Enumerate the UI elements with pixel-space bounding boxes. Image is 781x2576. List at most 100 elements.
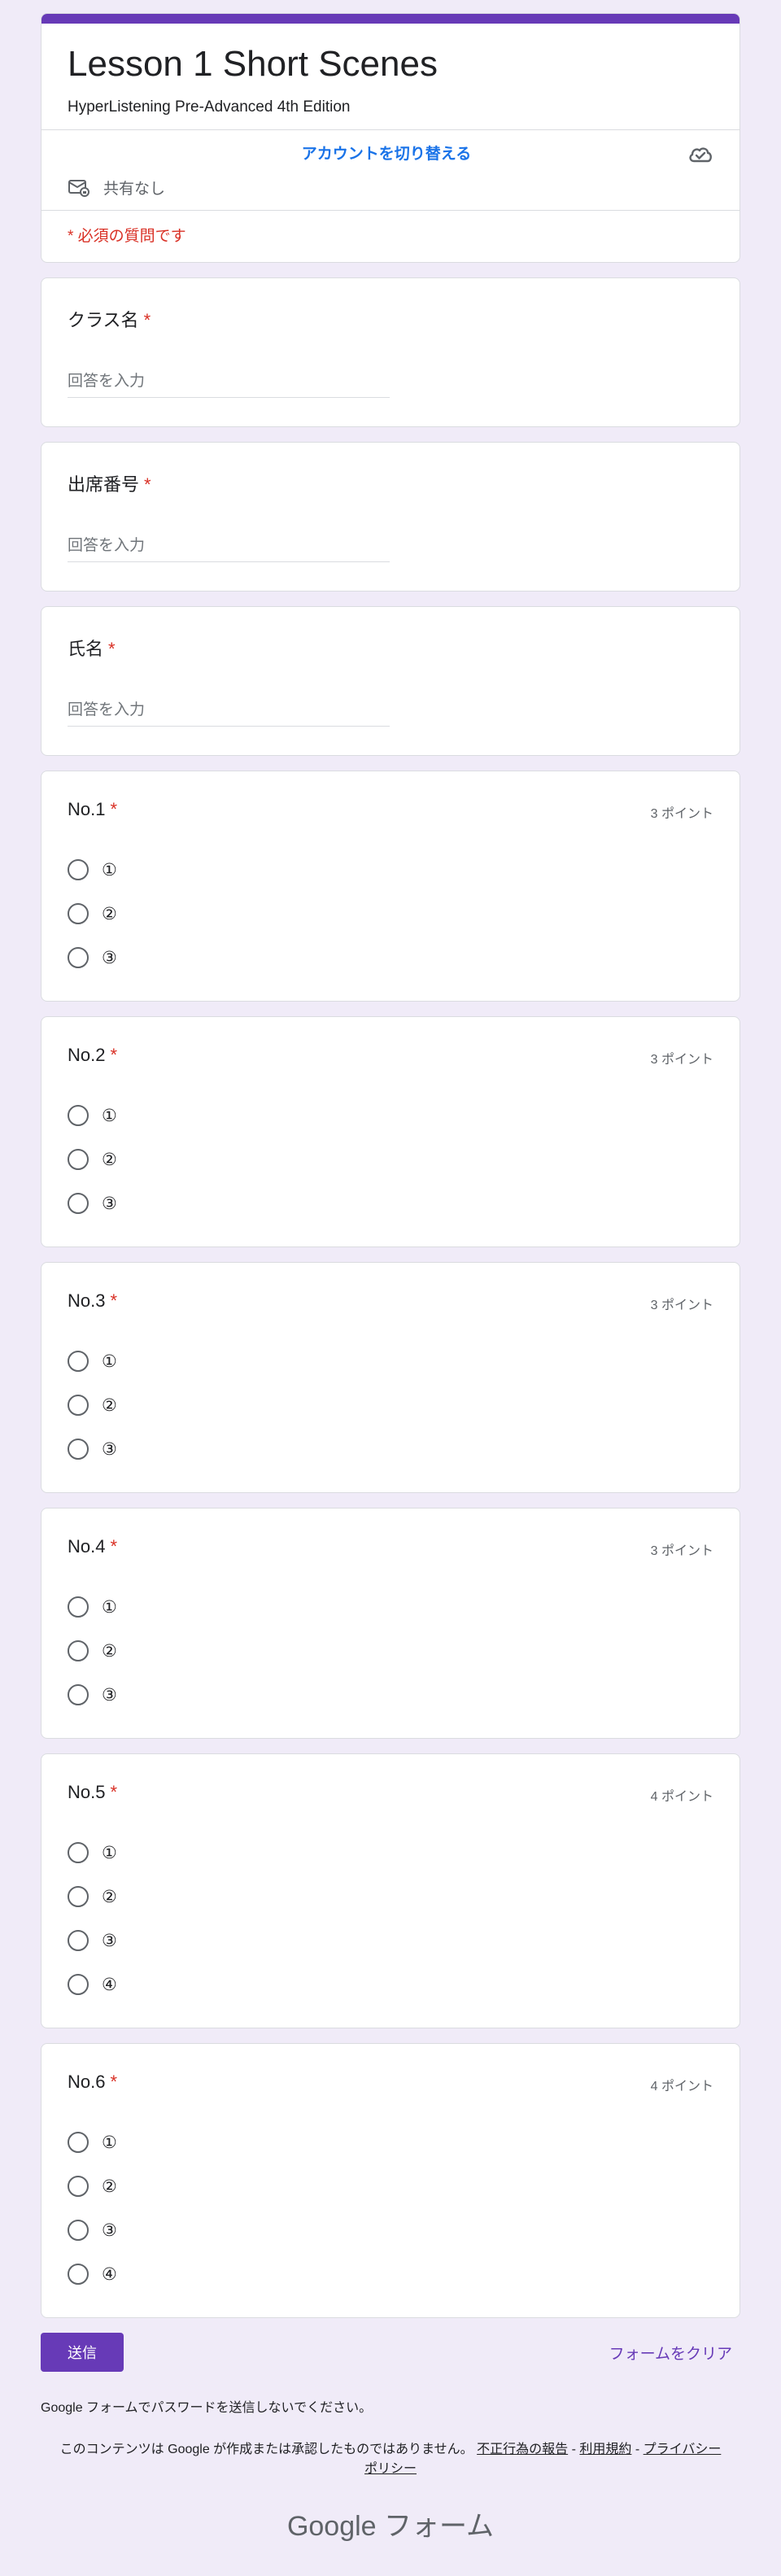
radio-button[interactable] <box>68 1842 89 1863</box>
question-label: 出席番号 <box>68 474 140 495</box>
points-label: 3 ポイント <box>650 1544 713 1558</box>
radio-button[interactable] <box>68 1684 89 1705</box>
radio-option[interactable]: ② <box>68 1629 713 1673</box>
question-label: No.1 <box>68 799 106 819</box>
class-name-input[interactable] <box>68 368 390 398</box>
required-star: * <box>108 639 116 659</box>
form-header-card: Lesson 1 Short Scenes HyperListening Pre… <box>41 13 740 263</box>
radio-option[interactable]: ③ <box>68 1919 713 1963</box>
google-forms-logo[interactable]: Google フォーム <box>41 2504 740 2543</box>
radio-button[interactable] <box>68 1640 89 1661</box>
radio-option[interactable]: ③ <box>68 936 713 980</box>
question-no2: No.2 * 3 ポイント ① ② ③ <box>41 1016 740 1247</box>
submit-button[interactable]: 送信 <box>41 2333 124 2372</box>
account-row: アカウントを切り替える 共有なし <box>41 129 740 210</box>
option-label: ② <box>102 1150 117 1169</box>
question-no1: No.1 * 3 ポイント ① ② ③ <box>41 771 740 1002</box>
brand-google: Google <box>286 2511 377 2542</box>
disclaimer-text: このコンテンツは Google が作成または承認したものではありません。 <box>59 2443 473 2456</box>
radio-option[interactable]: ③ <box>68 1427 713 1471</box>
radio-button[interactable] <box>68 859 89 880</box>
question-title: 出席番号 * <box>68 470 713 496</box>
points-label: 3 ポイント <box>650 1299 713 1312</box>
radio-button[interactable] <box>68 1149 89 1170</box>
radio-option[interactable]: ① <box>68 1339 713 1383</box>
brand-forms: フォーム <box>384 2511 495 2542</box>
question-title: No.6 * <box>68 2072 713 2093</box>
question-label: クラス名 <box>68 310 139 330</box>
form-actions: 送信 フォームをクリア <box>41 2333 740 2372</box>
radio-option[interactable]: ④ <box>68 1963 713 2006</box>
question-class-name: クラス名 * <box>41 277 740 427</box>
question-title: No.2 * <box>68 1045 713 1066</box>
radio-button[interactable] <box>68 947 89 968</box>
radio-button[interactable] <box>68 1351 89 1372</box>
full-name-input[interactable] <box>68 696 390 727</box>
radio-button[interactable] <box>68 1395 89 1416</box>
accent-bar <box>41 14 740 24</box>
separator: - <box>635 2443 640 2456</box>
radio-option[interactable]: ③ <box>68 1673 713 1717</box>
report-abuse-link[interactable]: 不正行為の報告 <box>477 2443 568 2456</box>
sharing-status-label: 共有なし <box>103 181 166 198</box>
radio-option[interactable]: ② <box>68 892 713 936</box>
radio-button[interactable] <box>68 1439 89 1460</box>
radio-button[interactable] <box>68 903 89 924</box>
radio-option[interactable]: ① <box>68 1094 713 1137</box>
radio-option[interactable]: ① <box>68 1585 713 1629</box>
required-star: * <box>110 799 118 819</box>
clear-form-button[interactable]: フォームをクリア <box>609 2342 732 2364</box>
radio-option[interactable]: ③ <box>68 2208 713 2252</box>
form-description: HyperListening Pre-Advanced 4th Edition <box>68 98 351 116</box>
radio-option[interactable]: ① <box>68 848 713 892</box>
radio-button[interactable] <box>68 1596 89 1618</box>
radio-button[interactable] <box>68 1193 89 1214</box>
required-star: * <box>110 2072 118 2092</box>
radio-option[interactable]: ② <box>68 1137 713 1181</box>
option-label: ④ <box>102 1975 117 1994</box>
question-no3: No.3 * 3 ポイント ① ② ③ <box>41 1262 740 1493</box>
points-label: 4 ポイント <box>650 1790 713 1804</box>
question-label: No.2 <box>68 1045 106 1065</box>
radio-button[interactable] <box>68 2176 89 2197</box>
question-label: No.5 <box>68 1782 106 1802</box>
sharing-status: 共有なし <box>68 177 713 199</box>
mail-lock-icon <box>68 179 89 197</box>
radio-option[interactable]: ① <box>68 1831 713 1875</box>
option-label: ② <box>102 904 117 923</box>
question-no4: No.4 * 3 ポイント ① ② ③ <box>41 1508 740 1739</box>
radio-button[interactable] <box>68 2264 89 2285</box>
radio-option[interactable]: ② <box>68 1875 713 1919</box>
required-star: * <box>110 1290 118 1311</box>
radio-button[interactable] <box>68 1105 89 1126</box>
required-star: * <box>110 1045 118 1065</box>
radio-group: ① ② ③ <box>68 1339 713 1471</box>
radio-button[interactable] <box>68 1886 89 1907</box>
option-label: ① <box>102 1351 117 1371</box>
radio-group: ① ② ③ ④ <box>68 1831 713 2006</box>
switch-account-link[interactable]: アカウントを切り替える <box>59 142 713 164</box>
question-no6: No.6 * 4 ポイント ① ② ③ ④ <box>41 2043 740 2318</box>
terms-link[interactable]: 利用規約 <box>579 2443 631 2456</box>
radio-option[interactable]: ① <box>68 2120 713 2164</box>
option-label: ① <box>102 1843 117 1862</box>
question-full-name: 氏名 * <box>41 606 740 756</box>
question-label: 氏名 <box>68 639 104 659</box>
required-star: * <box>144 474 151 495</box>
radio-group: ① ② ③ ④ <box>68 2120 713 2296</box>
radio-button[interactable] <box>68 1974 89 1995</box>
radio-option[interactable]: ③ <box>68 1181 713 1225</box>
radio-option[interactable]: ④ <box>68 2252 713 2296</box>
radio-option[interactable]: ② <box>68 1383 713 1427</box>
question-title: No.4 * <box>68 1536 713 1557</box>
radio-option[interactable]: ② <box>68 2164 713 2208</box>
option-label: ② <box>102 2177 117 2196</box>
question-title: クラス名 * <box>68 306 713 332</box>
radio-button[interactable] <box>68 2220 89 2241</box>
radio-group: ① ② ③ <box>68 848 713 980</box>
attendance-number-input[interactable] <box>68 532 390 562</box>
cloud-saved-icon <box>689 147 712 163</box>
radio-button[interactable] <box>68 2132 89 2153</box>
radio-button[interactable] <box>68 1930 89 1951</box>
required-note: * 必須の質問です <box>41 210 740 262</box>
